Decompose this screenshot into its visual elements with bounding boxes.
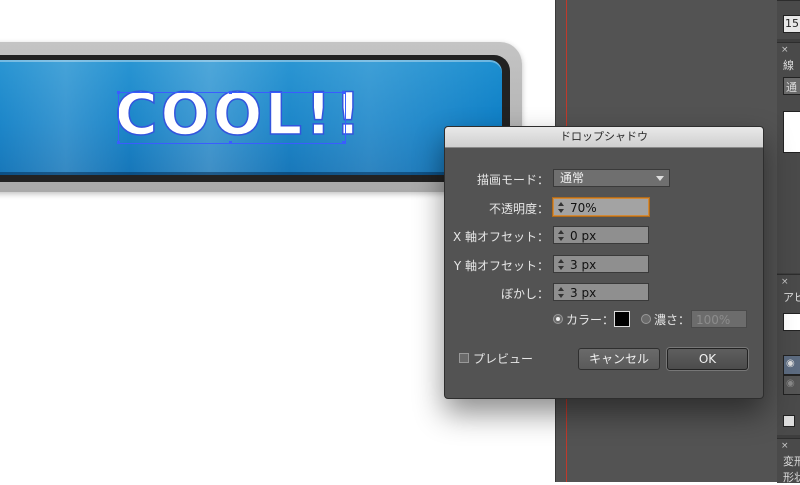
appearance-swatch[interactable]: [783, 313, 800, 331]
stepper-icon[interactable]: [556, 285, 566, 299]
x-offset-input[interactable]: 0 px: [553, 226, 649, 244]
stepper-icon[interactable]: [556, 200, 566, 214]
close-icon[interactable]: ×: [781, 277, 789, 287]
y-offset-label: Y 軸オフセット：: [453, 259, 549, 273]
x-offset-label: X 軸オフセット：: [452, 230, 549, 244]
text-selection-box: [118, 92, 346, 144]
appearance-row-selected[interactable]: ◉: [783, 355, 800, 375]
appearance-row[interactable]: ◉: [783, 375, 800, 395]
chevron-down-icon: [656, 176, 664, 181]
selection-handle[interactable]: [117, 91, 120, 94]
selection-handle[interactable]: [342, 141, 345, 144]
stroke-preview-box: [783, 111, 800, 153]
darkness-input[interactable]: 100%: [691, 310, 747, 328]
eye-icon[interactable]: ◉: [786, 358, 795, 369]
drop-shadow-dialog: ドロップシャドウ 描画モード： 通常 不透明度： 70% X 軸オフセット： 0…: [444, 126, 764, 399]
appearance-panel: × アピ ◉ ◉: [777, 274, 800, 435]
shadow-color-swatch[interactable]: [614, 311, 630, 327]
eye-icon[interactable]: ◉: [786, 378, 795, 389]
stepper-icon[interactable]: [556, 228, 566, 242]
stroke-dropdown-text: 通: [786, 81, 797, 94]
opacity-value: 70%: [570, 201, 597, 215]
darkness-label: 濃さ：: [654, 313, 691, 327]
close-icon[interactable]: ×: [781, 45, 789, 55]
ok-button[interactable]: OK: [667, 348, 748, 370]
opacity-label: 不透明度：: [488, 202, 549, 216]
top-value-text: 15: [785, 17, 799, 30]
new-item-icon[interactable]: [783, 415, 795, 427]
selection-handle[interactable]: [229, 141, 232, 144]
mode-label: 描画モード：: [476, 173, 549, 187]
dialog-title[interactable]: ドロップシャドウ: [445, 127, 763, 148]
selection-handle[interactable]: [117, 141, 120, 144]
opacity-input[interactable]: 70%: [553, 198, 649, 216]
y-offset-value: 3 px: [570, 258, 597, 272]
top-value-field[interactable]: 15: [783, 15, 800, 33]
color-radio[interactable]: [553, 314, 563, 324]
darkness-value: 100%: [696, 313, 731, 327]
panel-top-block: 15: [777, 0, 800, 39]
shape-panel-title[interactable]: 形状: [783, 469, 800, 485]
x-offset-value: 0 px: [570, 229, 597, 243]
stroke-panel-title[interactable]: 線: [783, 57, 794, 73]
darkness-radio[interactable]: [641, 314, 651, 324]
selection-handle[interactable]: [342, 91, 345, 94]
blur-value: 3 px: [570, 286, 597, 300]
close-icon[interactable]: ×: [781, 441, 789, 451]
y-offset-input[interactable]: 3 px: [553, 255, 649, 273]
appearance-panel-title[interactable]: アピ: [783, 289, 800, 305]
selection-handle[interactable]: [229, 91, 232, 94]
transform-panel-title[interactable]: 変形: [783, 453, 800, 469]
blur-input[interactable]: 3 px: [553, 283, 649, 301]
transform-panel: × 変形 形状: [777, 438, 800, 485]
stepper-icon[interactable]: [556, 257, 566, 271]
preview-checkbox[interactable]: [459, 353, 469, 363]
color-label: カラー：: [566, 313, 615, 327]
blend-mode-value: 通常: [560, 171, 585, 185]
cancel-button[interactable]: キャンセル: [578, 348, 660, 370]
blur-label: ぼかし：: [500, 287, 549, 301]
stroke-dropdown[interactable]: 通: [783, 77, 800, 95]
blend-mode-select[interactable]: 通常: [553, 169, 670, 187]
stroke-panel: × 線 通: [777, 42, 800, 273]
preview-label[interactable]: プレビュー: [473, 350, 533, 367]
